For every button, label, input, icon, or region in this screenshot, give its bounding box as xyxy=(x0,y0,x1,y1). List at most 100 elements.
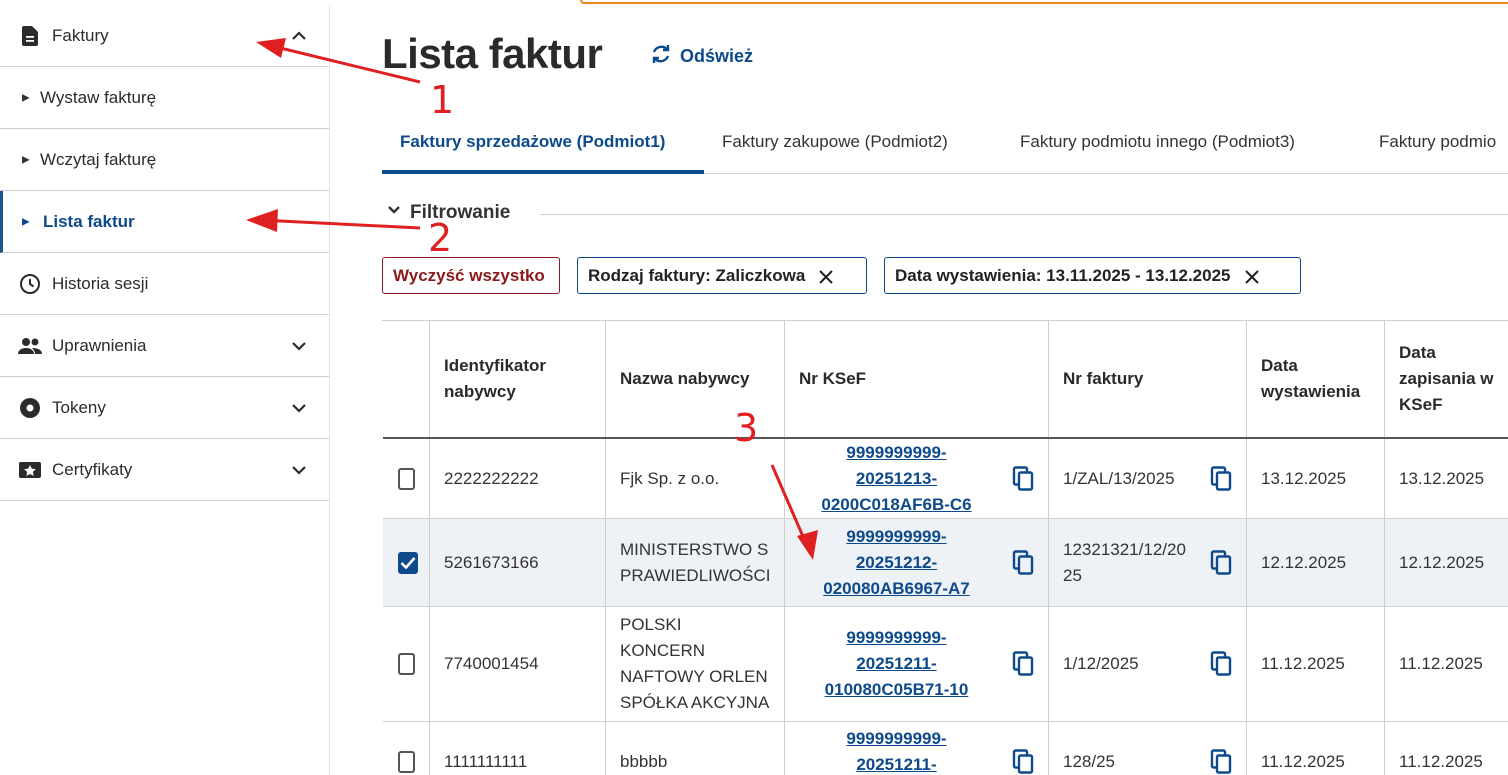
chevron-down-icon xyxy=(386,202,402,224)
buyer-id-cell: 1111111111 xyxy=(430,722,606,775)
row-checkbox[interactable] xyxy=(398,551,418,574)
token-icon xyxy=(18,396,42,420)
header-buyer-id[interactable]: Identyfikator nabywcy xyxy=(430,321,606,437)
sidebar-item-historia-sesji[interactable]: Historia sesji xyxy=(0,253,329,315)
copy-icon[interactable] xyxy=(1210,749,1232,775)
divider xyxy=(540,214,1508,215)
header-issue-date[interactable]: Data wystawienia xyxy=(1247,321,1385,437)
ksef-link[interactable]: 9999999999- 20251211- 010080C05B71-10 xyxy=(825,625,969,703)
sidebar-item-wczytaj-fakture[interactable]: ▶ Wczytaj fakturę xyxy=(0,129,329,191)
sidebar-item-label: Faktury xyxy=(52,26,109,45)
annotation-number-3: 3 xyxy=(734,406,759,450)
ksef-link[interactable]: 9999999999- 20251213- 0200C018AF6B-C6 xyxy=(821,440,971,518)
annotation-number-2: 2 xyxy=(428,216,453,260)
sidebar-item-label: Wystaw fakturę xyxy=(40,87,157,107)
invoice-no: 1/ZAL/13/2025 xyxy=(1063,468,1175,488)
buyer-name-cell: MINISTERSTWO S PRAWIEDLIWOŚCI xyxy=(606,519,785,606)
header-saved-date[interactable]: Data zapisania w KSeF xyxy=(1385,321,1508,437)
table-row[interactable]: 1111111111 bbbbb 9999999999- 20251211- 12… xyxy=(383,722,1508,775)
ksef-cell: 9999999999- 20251212- 020080AB6967-A7 xyxy=(785,519,1049,606)
page: Faktury ▶ Wystaw fakturę ▶ Wczytaj faktu… xyxy=(0,0,1508,775)
copy-icon[interactable] xyxy=(1012,749,1034,775)
ksef-link[interactable]: 9999999999- 20251211- xyxy=(846,726,946,775)
check-icon xyxy=(400,556,416,569)
buyer-id-cell: 2222222222 xyxy=(430,439,606,518)
row-checkbox[interactable] xyxy=(398,751,415,773)
ksef-link[interactable]: 9999999999- 20251212- 020080AB6967-A7 xyxy=(823,524,970,602)
filter-chip-rodzaj-faktury[interactable]: Rodzaj faktury: Zaliczkowa xyxy=(577,257,867,294)
close-icon[interactable] xyxy=(1244,269,1259,284)
people-icon xyxy=(18,334,42,358)
table-header-row: Identyfikator nabywcy Nazwa nabywcy Nr K… xyxy=(383,321,1508,439)
table-row[interactable]: 7740001454 POLSKI KONCERN NAFTOWY ORLEN … xyxy=(383,607,1508,722)
sidebar: Faktury ▶ Wystaw fakturę ▶ Wczytaj faktu… xyxy=(0,6,330,775)
clock-icon xyxy=(18,272,42,296)
main-content: Lista faktur Odśwież Faktury sprzedażowe… xyxy=(330,0,1508,775)
copy-icon[interactable] xyxy=(1210,549,1232,576)
sidebar-item-label: Historia sesji xyxy=(52,273,149,293)
tab-faktury-podmiotu-innego[interactable]: Faktury podmiotu innego (Podmiot3) xyxy=(1020,120,1295,174)
copy-icon[interactable] xyxy=(1210,651,1232,677)
tab-faktury-podmiotu-4[interactable]: Faktury podmio xyxy=(1379,120,1496,174)
tab-bar: Faktury sprzedażowe (Podmiot1) Faktury z… xyxy=(382,120,1508,174)
header-ksef[interactable]: Nr KSeF xyxy=(785,321,1049,437)
triangle-right-icon: ▶ xyxy=(22,216,30,227)
issue-date-cell: 13.12.2025 xyxy=(1247,439,1385,518)
tab-faktury-zakupowe[interactable]: Faktury zakupowe (Podmiot2) xyxy=(722,120,948,174)
chevron-down-icon[interactable] xyxy=(289,398,309,418)
copy-icon[interactable] xyxy=(1012,465,1034,492)
row-checkbox[interactable] xyxy=(398,653,415,675)
chevron-down-icon[interactable] xyxy=(289,336,309,356)
invoice-no-cell: 128/25 xyxy=(1049,722,1247,775)
saved-date-cell: 11.12.2025 xyxy=(1385,607,1508,721)
table-row[interactable]: 5261673166 MINISTERSTWO S PRAWIEDLIWOŚCI… xyxy=(383,519,1508,607)
annotation-number-1: 1 xyxy=(430,78,455,122)
sidebar-item-label: Uprawnienia xyxy=(52,335,147,355)
copy-icon[interactable] xyxy=(1210,465,1232,492)
refresh-icon xyxy=(650,43,672,70)
ksef-cell: 9999999999- 20251211- 010080C05B71-10 xyxy=(785,607,1049,721)
sidebar-item-lista-faktur[interactable]: ▶ Lista faktur xyxy=(0,191,329,253)
issue-date-cell: 12.12.2025 xyxy=(1247,519,1385,606)
copy-icon[interactable] xyxy=(1012,651,1034,677)
sidebar-item-label: Tokeny xyxy=(52,397,106,417)
invoice-no: 12321321/12/2025 xyxy=(1063,539,1186,585)
chevron-up-icon[interactable] xyxy=(289,26,309,46)
table-row[interactable]: 2222222222 Fjk Sp. z o.o. 9999999999- 202… xyxy=(383,439,1508,519)
saved-date-cell: 12.12.2025 xyxy=(1385,519,1508,606)
invoice-no-cell: 12321321/12/2025 xyxy=(1049,519,1247,606)
sidebar-item-uprawnienia[interactable]: Uprawnienia xyxy=(0,315,329,377)
invoice-no-cell: 1/ZAL/13/2025 xyxy=(1049,439,1247,518)
sidebar-item-certyfikaty[interactable]: Certyfikaty xyxy=(0,439,329,501)
invoice-no-cell: 1/12/2025 xyxy=(1049,607,1247,721)
buyer-name-cell: Fjk Sp. z o.o. xyxy=(606,439,785,518)
buyer-name-cell: POLSKI KONCERN NAFTOWY ORLEN SPÓŁKA AKCY… xyxy=(606,607,785,721)
certificate-icon xyxy=(18,458,42,482)
buyer-id-cell: 5261673166 xyxy=(430,519,606,606)
triangle-right-icon: ▶ xyxy=(22,154,30,165)
clear-all-filters-button[interactable]: Wyczyść wszystko xyxy=(382,257,560,294)
filter-label: Filtrowanie xyxy=(410,202,511,223)
refresh-button[interactable]: Odśwież xyxy=(650,43,753,70)
close-icon[interactable] xyxy=(819,269,833,284)
triangle-right-icon: ▶ xyxy=(22,92,30,103)
saved-date-cell: 11.12.2025 xyxy=(1385,722,1508,775)
filter-chip-data-wystawienia[interactable]: Data wystawienia: 13.11.2025 - 13.12.202… xyxy=(884,257,1301,294)
sidebar-item-wystaw-fakture[interactable]: ▶ Wystaw fakturę xyxy=(0,67,329,129)
copy-icon[interactable] xyxy=(1012,549,1034,576)
ksef-cell: 9999999999- 20251211- xyxy=(785,722,1049,775)
sidebar-item-faktury[interactable]: Faktury xyxy=(0,6,329,67)
page-title: Lista faktur xyxy=(382,30,603,77)
sidebar-item-tokeny[interactable]: Tokeny xyxy=(0,377,329,439)
issue-date-cell: 11.12.2025 xyxy=(1247,607,1385,721)
invoice-no: 128/25 xyxy=(1063,752,1115,771)
buyer-id-cell: 7740001454 xyxy=(430,607,606,721)
select-cell xyxy=(383,439,430,518)
invoice-no: 1/12/2025 xyxy=(1063,654,1139,673)
header-invoice-no[interactable]: Nr faktury xyxy=(1049,321,1247,437)
row-checkbox[interactable] xyxy=(398,467,415,490)
tab-faktury-sprzedazowe[interactable]: Faktury sprzedażowe (Podmiot1) xyxy=(382,120,704,174)
ksef-cell: 9999999999- 20251213- 0200C018AF6B-C6 xyxy=(785,439,1049,518)
chevron-down-icon[interactable] xyxy=(289,460,309,480)
issue-date-cell: 11.12.2025 xyxy=(1247,722,1385,775)
